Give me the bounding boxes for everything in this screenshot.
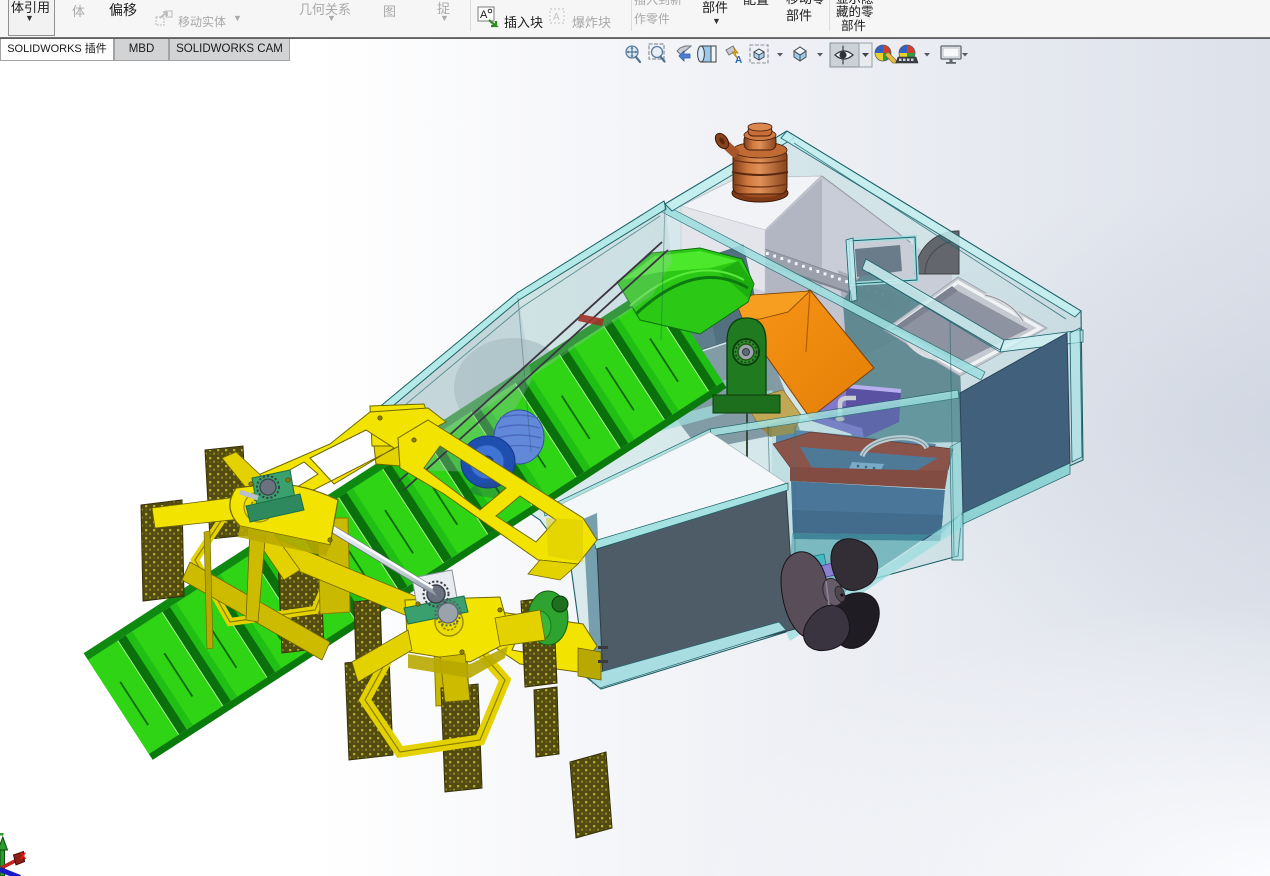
svg-text:A: A	[553, 12, 560, 23]
svg-text:A: A	[480, 9, 488, 21]
svg-text:A: A	[735, 55, 742, 66]
svg-text:X: X	[20, 851, 27, 863]
